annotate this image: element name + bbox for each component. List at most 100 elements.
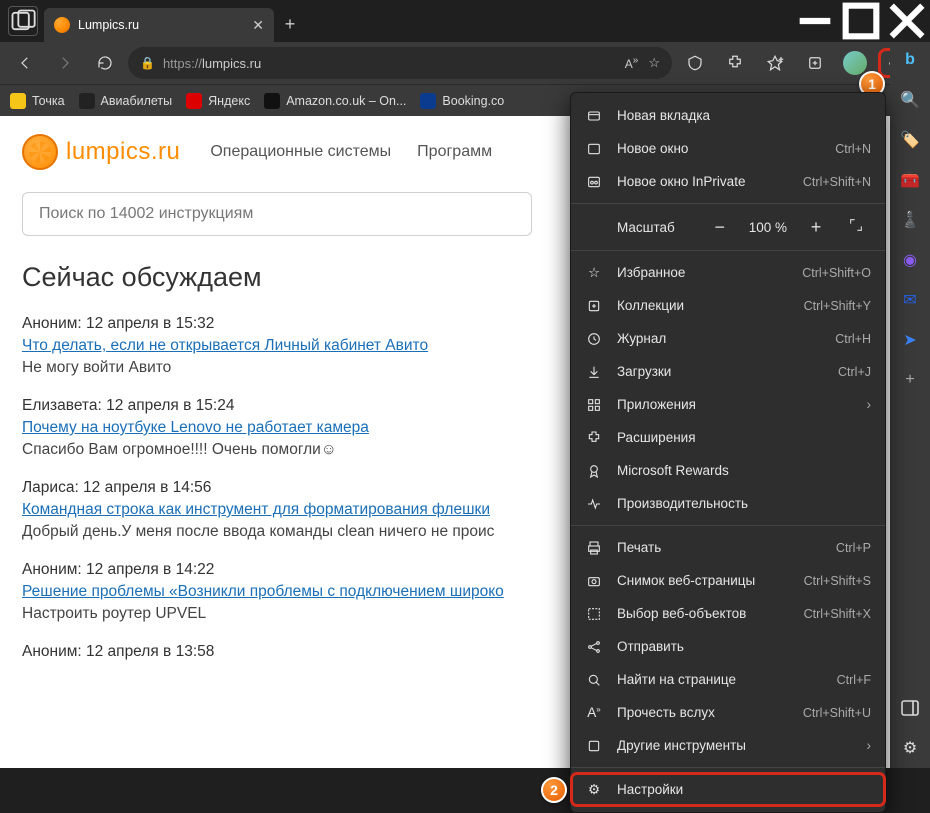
tab-favicon [54,17,70,33]
window-maximize-button[interactable] [838,0,884,42]
apps-icon [585,397,603,413]
nav-item[interactable]: Программ [417,143,492,161]
menu-collections[interactable]: Коллекции Ctrl+Shift+Y [571,289,885,322]
settings-icon: ⚙ [585,782,603,798]
new-tab-icon [585,108,603,124]
readaloud-icon: A» [585,705,603,720]
extensions-icon[interactable] [718,46,752,80]
tab-close-icon[interactable]: ✕ [252,17,264,34]
menu-settings[interactable]: ⚙ Настройки 2 [571,773,885,806]
callout-badge-2: 2 [541,777,567,803]
browser-tab[interactable]: Lumpics.ru ✕ [44,8,274,42]
bookmark-favicon [420,93,436,109]
menu-extensions[interactable]: Расширения [571,421,885,454]
site-nav: Операционные системы Программ [210,143,492,161]
reader-mode-icon[interactable]: A» [625,55,639,71]
inprivate-icon [585,174,603,190]
office-icon[interactable]: ◉ [898,248,922,272]
extensions-icon [585,430,603,446]
menu-find[interactable]: Найти на странице Ctrl+F [571,663,885,696]
games-icon[interactable]: ♟️ [898,208,922,232]
discussion-link[interactable]: Что делать, если не открывается Личный к… [22,337,428,355]
site-logo[interactable]: lumpics.ru [22,134,180,170]
bookmark-item[interactable]: Amazon.co.uk – On... [264,93,406,109]
bookmark-favicon [186,93,202,109]
send-icon[interactable]: ➤ [898,328,922,352]
site-name: lumpics.ru [66,138,180,166]
moretools-icon [585,738,603,754]
bookmark-item[interactable]: Яндекс [186,93,250,109]
tab-actions-button[interactable] [8,6,38,36]
star-icon: ☆ [585,265,603,281]
bookmark-label: Авиабилеты [101,94,173,108]
menu-share[interactable]: Отправить [571,630,885,663]
orange-icon [22,134,58,170]
menu-new-window[interactable]: Новое окно Ctrl+N [571,132,885,165]
menu-moretools[interactable]: Другие инструменты › [571,729,885,762]
menu-screenshot[interactable]: Снимок веб-страницы Ctrl+Shift+S [571,564,885,597]
toolbox-icon[interactable]: 🧰 [898,168,922,192]
site-search-input[interactable]: Поиск по 14002 инструкциям [22,192,532,236]
zoom-out-button[interactable]: − [705,217,735,238]
edge-sidebar: b 🔍 🏷️ 🧰 ♟️ ◉ ✉ ➤ + ⚙ [890,42,930,768]
discussion-link[interactable]: Решение проблемы «Возникли проблемы с по… [22,583,504,601]
fullscreen-button[interactable] [841,217,871,238]
performance-icon [585,496,603,512]
bookmark-item[interactable]: Точка [10,93,65,109]
bookmark-label: Яндекс [208,94,250,108]
menu-downloads[interactable]: Загрузки Ctrl+J [571,355,885,388]
rewards-icon [585,463,603,479]
refresh-button[interactable] [88,46,122,80]
bing-icon[interactable]: b [898,48,922,72]
settings-and-more-menu: Новая вкладка Новое окно Ctrl+N Новое ок… [570,92,886,813]
bookmark-item[interactable]: Авиабилеты [79,93,173,109]
tab-title: Lumpics.ru [78,18,244,32]
menu-print[interactable]: Печать Ctrl+P [571,531,885,564]
menu-inprivate[interactable]: Новое окно InPrivate Ctrl+Shift+N [571,165,885,198]
download-icon [585,364,603,380]
window-close-button[interactable] [884,0,930,42]
menu-webselect[interactable]: Выбор веб-объектов Ctrl+Shift+X [571,597,885,630]
outlook-icon[interactable]: ✉ [898,288,922,312]
bookmark-favicon [79,93,95,109]
tracking-prevention-icon[interactable] [678,46,712,80]
collections-icon[interactable] [798,46,832,80]
zoom-in-button[interactable]: + [801,217,831,238]
bookmark-label: Точка [32,94,65,108]
nav-item[interactable]: Операционные системы [210,143,391,161]
screenshot-icon [585,573,603,589]
lock-icon: 🔒 [140,56,155,70]
bookmark-item[interactable]: Booking.co [420,93,504,109]
favorite-icon[interactable]: ☆ [648,55,660,71]
menu-new-tab[interactable]: Новая вкладка [571,99,885,132]
new-tab-button[interactable]: + [274,8,306,40]
zoom-value: 100 % [749,220,787,235]
sidebar-settings-icon[interactable]: ⚙ [898,736,922,760]
shopping-tag-icon[interactable]: 🏷️ [898,128,922,152]
window-minimize-button[interactable] [792,0,838,42]
bookmark-label: Booking.co [442,94,504,108]
print-icon [585,540,603,556]
forward-button [48,46,82,80]
menu-rewards[interactable]: Microsoft Rewards [571,454,885,487]
menu-apps[interactable]: Приложения › [571,388,885,421]
discussion-link[interactable]: Командная строка как инструмент для форм… [22,501,490,519]
search-icon[interactable]: 🔍 [898,88,922,112]
favorites-bar-icon[interactable] [758,46,792,80]
menu-zoom: Масштаб − 100 % + [571,209,885,245]
menu-history[interactable]: Журнал Ctrl+H [571,322,885,355]
bookmark-favicon [10,93,26,109]
add-sidebar-icon[interactable]: + [898,368,922,392]
address-bar[interactable]: 🔒 https://lumpics.ru A» ☆ [128,47,672,79]
webselect-icon [585,606,603,622]
menu-readaloud[interactable]: A» Прочесть вслух Ctrl+Shift+U [571,696,885,729]
sidebar-panel-icon[interactable] [898,696,922,720]
menu-performance[interactable]: Производительность [571,487,885,520]
new-window-icon [585,141,603,157]
discussion-link[interactable]: Почему на ноутбуке Lenovo не работает ка… [22,419,369,437]
back-button[interactable] [8,46,42,80]
share-icon [585,639,603,655]
menu-favorites[interactable]: ☆ Избранное Ctrl+Shift+O [571,256,885,289]
collections-icon [585,298,603,314]
bookmark-favicon [264,93,280,109]
